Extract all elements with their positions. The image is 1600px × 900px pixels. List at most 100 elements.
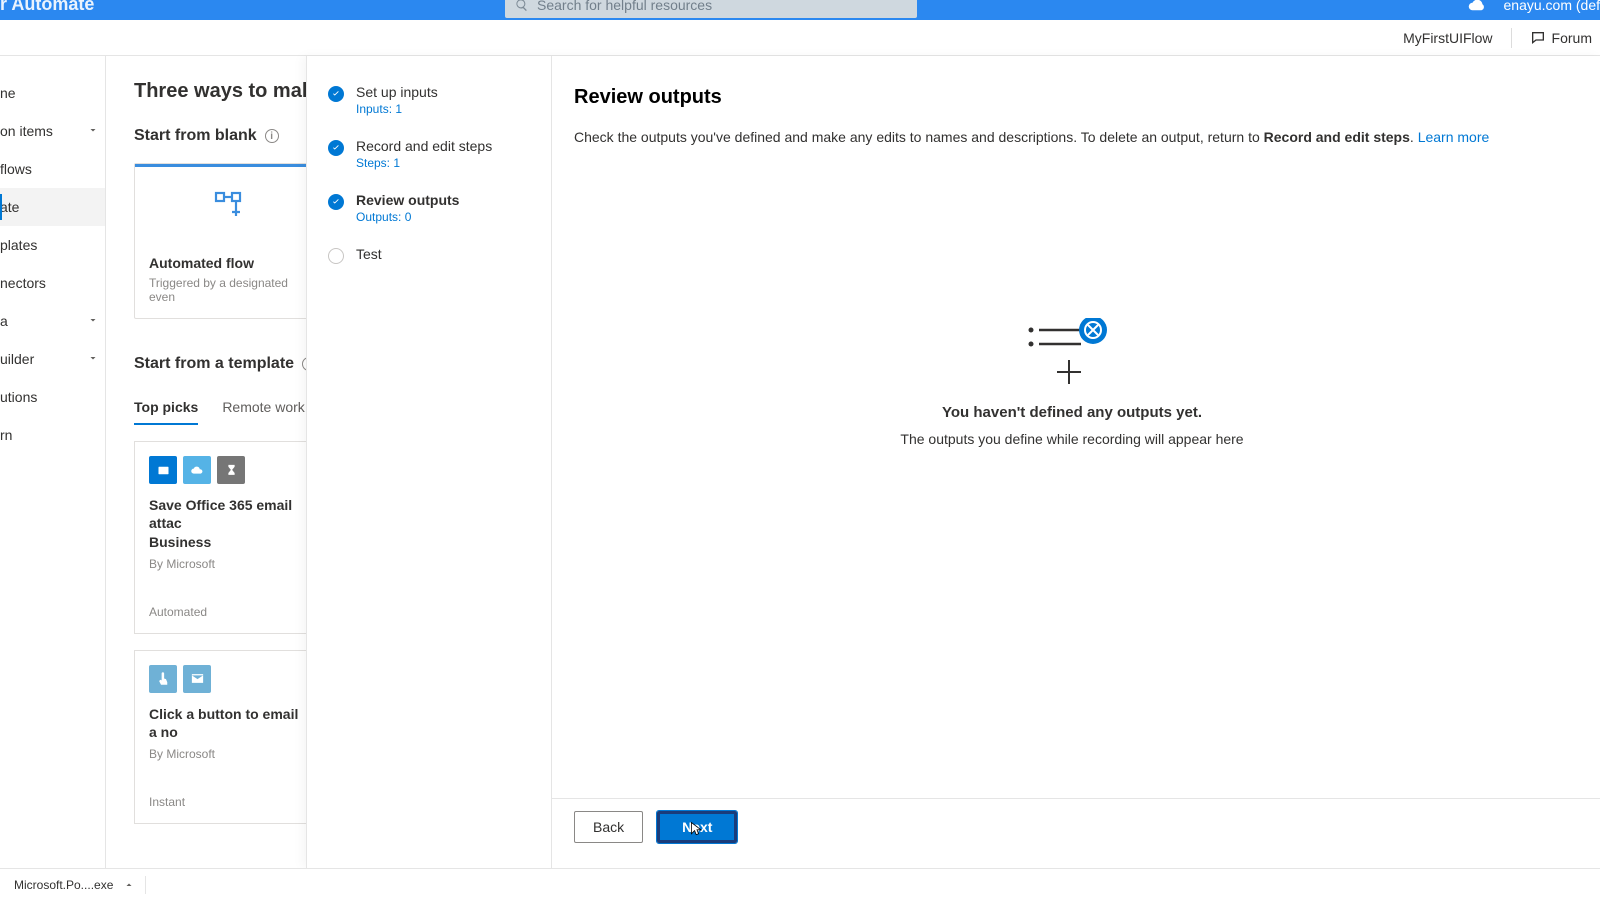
divider (1511, 28, 1512, 48)
step-label: Record and edit steps (356, 138, 492, 154)
download-bar: Microsoft.Po....exe (0, 868, 1600, 900)
cloud-icon (1468, 0, 1486, 14)
wizard-step[interactable]: Record and edit steps Steps: 1 (328, 138, 533, 170)
nav-label: utions (0, 389, 89, 405)
template-card[interactable]: Click a button to email a no By Microsof… (134, 650, 324, 824)
step-label: Set up inputs (356, 84, 438, 100)
nav-item[interactable]: rn (0, 416, 105, 454)
nav-item[interactable]: on items (0, 112, 105, 150)
empty-subtitle: The outputs you define while recording w… (574, 431, 1570, 447)
section-label: Start from a template (134, 355, 294, 373)
template-icons (149, 665, 309, 693)
search-icon (515, 0, 529, 12)
nav-label: plates (0, 237, 89, 253)
chevron-down-icon (87, 123, 99, 139)
automated-flow-card[interactable]: Automated flow Triggered by a designated… (134, 163, 324, 319)
template-by: By Microsoft (149, 557, 309, 571)
info-icon[interactable]: i (265, 129, 279, 143)
wizard-steps: Set up inputs Inputs: 1 Record and edit st… (306, 56, 552, 868)
left-nav: ne on items flows ate plates nectors a uilder ut… (0, 56, 106, 868)
card-subtitle: Triggered by a designated even (149, 276, 309, 304)
mail-icon (183, 665, 211, 693)
nav-label: ne (0, 85, 89, 101)
tab-remote-work[interactable]: Remote work (222, 399, 304, 425)
nav-label: ate (0, 199, 89, 215)
topbar-right: enayu.com (def (1468, 0, 1600, 14)
step-sublabel: Outputs: 0 (356, 210, 459, 224)
template-icons (149, 456, 309, 484)
chevron-down-icon (87, 313, 99, 329)
next-button[interactable]: Next (657, 811, 737, 843)
wizard-step[interactable]: Review outputs Outputs: 0 (328, 192, 533, 224)
card-head (135, 164, 323, 244)
nav-label: rn (0, 427, 89, 443)
desc-text: . (1410, 129, 1418, 145)
nav-item[interactable]: a (0, 302, 105, 340)
tenant-name: enayu.com (def (1504, 0, 1600, 13)
step-label: Test (356, 246, 382, 262)
search-box[interactable]: Search for helpful resources (505, 0, 917, 18)
flow-name: MyFirstUIFlow (1403, 30, 1492, 46)
template-card[interactable]: Save Office 365 email attac Business By … (134, 441, 324, 634)
forum-label: Forum (1552, 30, 1592, 46)
nav-item[interactable]: flows (0, 150, 105, 188)
nav-item[interactable]: plates (0, 226, 105, 264)
template-title: Click a button to email a no (149, 705, 309, 741)
empty-state: You haven't defined any outputs yet. The… (574, 318, 1570, 447)
chevron-down-icon (87, 351, 99, 367)
wizard-panel: Set up inputs Inputs: 1 Record and edit st… (306, 56, 1600, 868)
learn-more-link[interactable]: Learn more (1418, 129, 1490, 145)
step-sublabel: Inputs: 1 (356, 102, 438, 116)
next-label: Next (682, 819, 712, 835)
touch-icon (149, 665, 177, 693)
nav-label: nectors (0, 275, 89, 291)
wizard-content: Review outputs Check the outputs you've … (552, 56, 1600, 868)
review-description: Check the outputs you've defined and mak… (574, 127, 1570, 148)
nav-label: uilder (0, 351, 89, 367)
template-type: Instant (149, 795, 309, 809)
secondary-bar: MyFirstUIFlow Forum (0, 20, 1600, 56)
wizard-step[interactable]: Set up inputs Inputs: 1 (328, 84, 533, 116)
template-by: By Microsoft (149, 747, 309, 761)
nav-item[interactable]: nectors (0, 264, 105, 302)
back-button[interactable]: Back (574, 811, 643, 843)
nav-item[interactable]: utions (0, 378, 105, 416)
card-body: Automated flow Triggered by a designated… (135, 244, 323, 318)
nav-item[interactable]: uilder (0, 340, 105, 378)
forum-link[interactable]: Forum (1530, 30, 1592, 46)
empty-illustration (1027, 318, 1117, 388)
flow-icon (213, 190, 245, 222)
brand-name: r Automate (0, 0, 94, 15)
step-sublabel: Steps: 1 (356, 156, 492, 170)
chat-icon (1530, 30, 1546, 46)
nav-label: a (0, 313, 89, 329)
nav-item[interactable]: ne (0, 74, 105, 112)
card-title: Automated flow (149, 254, 309, 272)
top-bar: r Automate Search for helpful resources … (0, 0, 1600, 20)
hourglass-icon (217, 456, 245, 484)
desc-text: Check the outputs you've defined and mak… (574, 129, 1264, 145)
step-label: Review outputs (356, 192, 459, 208)
chevron-up-icon[interactable] (123, 879, 135, 891)
circle-icon (328, 248, 344, 264)
search-placeholder: Search for helpful resources (537, 0, 712, 13)
desc-bold: Record and edit steps (1264, 129, 1410, 145)
nav-item[interactable]: ate (0, 188, 105, 226)
onedrive-icon (183, 456, 211, 484)
wizard-footer: Back Next (552, 798, 1600, 868)
check-icon (328, 194, 344, 210)
download-file[interactable]: Microsoft.Po....exe (14, 878, 113, 892)
divider (145, 876, 146, 894)
outlook-icon (149, 456, 177, 484)
section-label: Start from blank (134, 127, 257, 145)
wizard-step[interactable]: Test (328, 246, 533, 264)
empty-title: You haven't defined any outputs yet. (574, 404, 1570, 421)
nav-label: flows (0, 161, 89, 177)
check-icon (328, 86, 344, 102)
nav-label: on items (0, 123, 89, 139)
template-type: Automated (149, 605, 309, 619)
tab-top-picks[interactable]: Top picks (134, 399, 198, 425)
check-icon (328, 140, 344, 156)
template-title: Save Office 365 email attac Business (149, 496, 309, 551)
review-heading: Review outputs (574, 86, 1570, 109)
